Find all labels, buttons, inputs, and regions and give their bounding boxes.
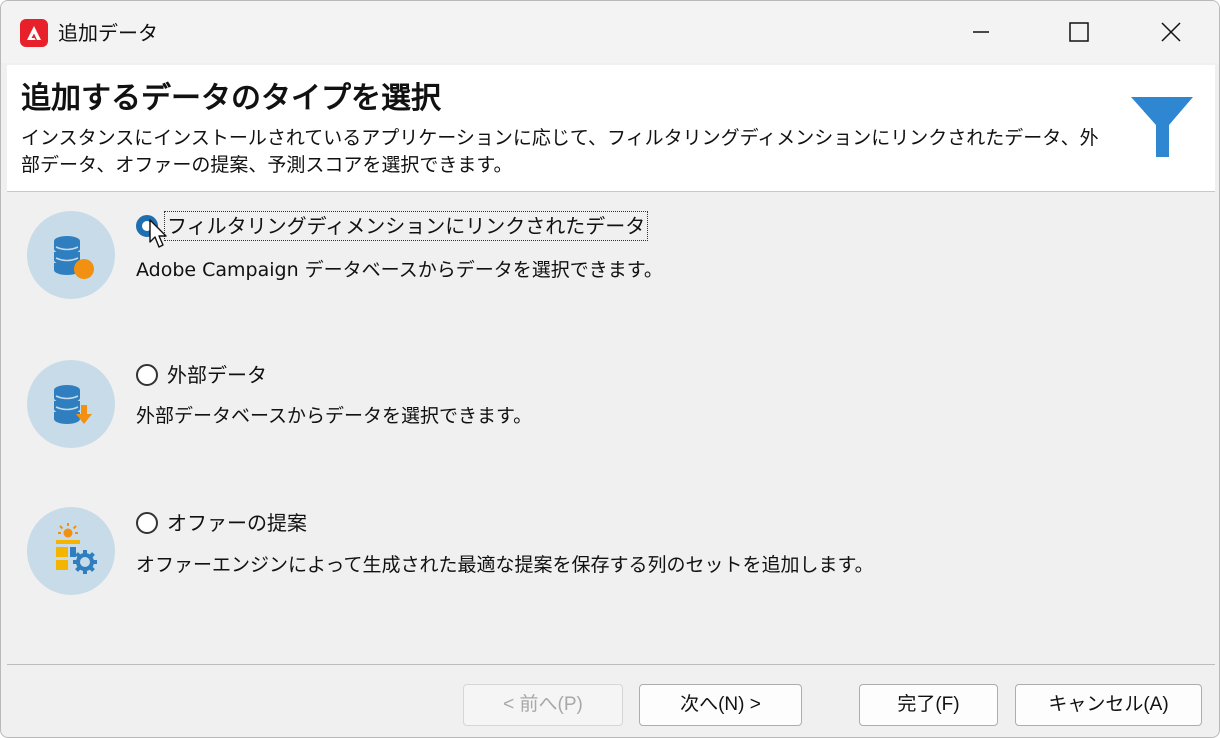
database-linked-icon bbox=[27, 211, 115, 299]
minimize-button[interactable] bbox=[935, 1, 1027, 63]
footer-divider bbox=[7, 664, 1215, 665]
option-external-data[interactable]: 外部データ 外部データベースからデータを選択できます。 bbox=[1, 351, 1219, 471]
minimize-icon bbox=[973, 31, 989, 33]
title-bar[interactable]: 追加データ bbox=[1, 1, 1219, 63]
funnel-icon bbox=[1131, 97, 1193, 157]
dialog-window: 追加データ 追加するデータのタイプを選択 インスタンスにインストールされているア… bbox=[0, 0, 1220, 738]
prev-button[interactable]: < 前へ(P) bbox=[463, 684, 623, 726]
option-linked-data[interactable]: フィルタリングディメンションにリンクされたデータ Adobe Campaign … bbox=[1, 201, 1219, 321]
option-offer-proposal-label[interactable]: オファーの提案 bbox=[167, 509, 307, 537]
mouse-pointer-icon bbox=[149, 219, 167, 248]
wizard-header: 追加するデータのタイプを選択 インスタンスにインストールされているアプリケーショ… bbox=[7, 65, 1215, 192]
maximize-icon bbox=[1069, 22, 1089, 42]
option-external-data-description: 外部データベースからデータを選択できます。 bbox=[136, 405, 533, 427]
page-title: 追加するデータのタイプを選択 bbox=[21, 81, 441, 116]
option-offer-proposal-description: オファーエンジンによって生成された最適な提案を保存する列のセットを追加します。 bbox=[136, 554, 874, 576]
option-offer-proposal-radio[interactable] bbox=[136, 512, 158, 534]
next-button[interactable]: 次へ(N) > bbox=[639, 684, 802, 726]
finish-button[interactable]: 完了(F) bbox=[859, 684, 998, 726]
offer-gear-icon bbox=[27, 507, 115, 595]
close-button[interactable] bbox=[1125, 1, 1217, 63]
close-icon bbox=[1161, 22, 1181, 42]
adobe-logo-icon bbox=[20, 19, 48, 47]
option-external-data-label[interactable]: 外部データ bbox=[167, 361, 267, 389]
option-offer-proposal[interactable]: オファーの提案 オファーエンジンによって生成された最適な提案を保存する列のセット… bbox=[1, 499, 1219, 619]
option-linked-data-label[interactable]: フィルタリングディメンションにリンクされたデータ bbox=[163, 211, 649, 241]
page-description: インスタンスにインストールされているアプリケーションに応じて、フィルタリングディ… bbox=[21, 127, 1099, 176]
database-download-icon bbox=[27, 360, 115, 448]
option-linked-data-description: Adobe Campaign データベースからデータを選択できます。 bbox=[136, 259, 663, 281]
maximize-button[interactable] bbox=[1033, 1, 1125, 63]
window-title: 追加データ bbox=[58, 21, 158, 45]
option-external-data-radio[interactable] bbox=[136, 364, 158, 386]
cancel-button[interactable]: キャンセル(A) bbox=[1015, 684, 1202, 726]
